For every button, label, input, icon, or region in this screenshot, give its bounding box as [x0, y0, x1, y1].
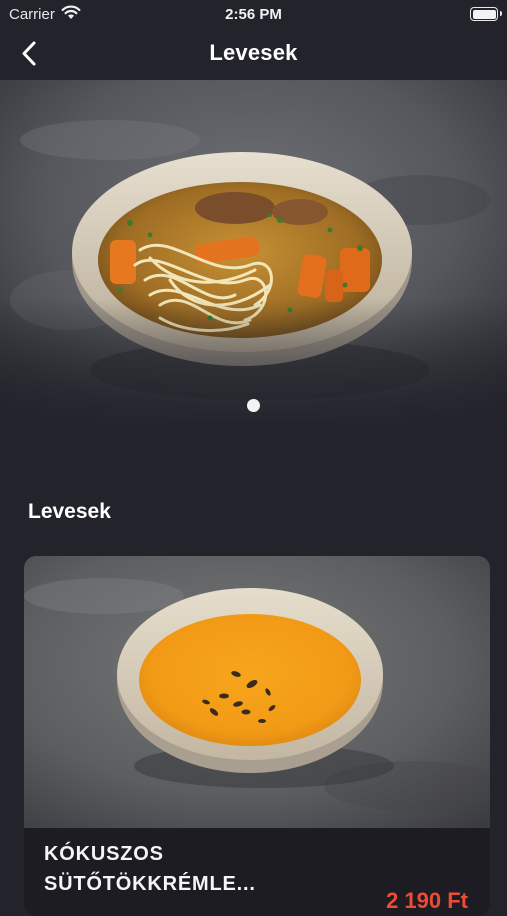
- pumpkin-soup-image: [24, 556, 490, 828]
- hero-image-carousel[interactable]: [0, 80, 507, 432]
- product-price: 2 190 Ft: [386, 888, 468, 913]
- battery-icon: [470, 7, 498, 21]
- status-bar: Carrier 2:56 PM: [0, 0, 507, 28]
- broth-soup-image: [0, 80, 507, 432]
- product-card[interactable]: KÓKUSZOS SÜTŐTÖKKRÉMLE... 2 190 Ft: [24, 556, 490, 916]
- carousel-page-indicator[interactable]: [247, 399, 260, 412]
- page-title: Levesek: [209, 40, 298, 65]
- product-card-footer: KÓKUSZOS SÜTŐTÖKKRÉMLE... 2 190 Ft: [24, 828, 490, 916]
- product-name: KÓKUSZOS SÜTŐTÖKKRÉMLE...: [44, 843, 256, 895]
- navigation-bar: Levesek: [0, 28, 507, 80]
- status-time: 2:56 PM: [225, 6, 282, 23]
- section-title: Levesek: [28, 500, 111, 523]
